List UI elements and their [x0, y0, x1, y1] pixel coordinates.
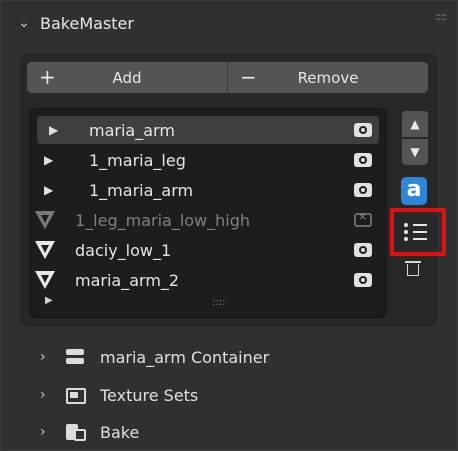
plus-icon: +: [39, 65, 56, 89]
list-item[interactable]: daciy_low_1: [30, 236, 386, 264]
list-item[interactable]: ▶ 1_maria_arm: [30, 176, 386, 204]
add-button-label: Add: [112, 68, 142, 87]
object-list[interactable]: ▶ maria_arm ▶ 1_maria_leg ▶ 1_maria_arm …: [29, 108, 387, 318]
trash-icon[interactable]: [405, 260, 421, 276]
remove-button-label: Remove: [297, 68, 359, 87]
chevron-down-icon[interactable]: ⌄: [16, 15, 32, 31]
camera-icon[interactable]: [354, 183, 372, 197]
expand-arrow-icon[interactable]: ▶: [44, 153, 53, 167]
list-item-label: maria_arm_2: [75, 270, 180, 290]
list-item-label: daciy_low_1: [75, 240, 172, 260]
list-item-label: maria_arm: [89, 120, 175, 140]
list-item-label: 1_maria_leg: [89, 150, 186, 170]
camera-icon[interactable]: [354, 123, 372, 137]
chevron-right-icon[interactable]: ›: [40, 387, 54, 403]
arrow-up-icon: ▲: [410, 117, 420, 131]
subpanel-texture-sets[interactable]: › Texture Sets: [40, 380, 198, 410]
list-item[interactable]: ▶ 1_maria_leg: [30, 146, 386, 174]
add-button[interactable]: + Add: [27, 62, 227, 93]
camera-icon[interactable]: [354, 153, 372, 167]
vertex-icon: [35, 271, 55, 289]
subpanel-label: Bake: [100, 422, 140, 442]
subpanel-label: Texture Sets: [100, 385, 199, 405]
add-remove-row: + Add − Remove: [27, 62, 428, 93]
camera-icon[interactable]: [354, 273, 372, 287]
vertex-icon: [35, 211, 55, 229]
texture-set-icon: [64, 386, 86, 404]
list-resize-grip[interactable]: ::::: [212, 297, 225, 308]
list-item[interactable]: ▶ maria_arm: [37, 116, 379, 144]
app-a-icon[interactable]: a: [401, 177, 427, 205]
move-down-button[interactable]: ▼: [402, 139, 428, 165]
arrow-down-icon: ▼: [410, 145, 420, 159]
subpanel-bake[interactable]: › Bake: [40, 417, 139, 447]
panel-drag-grip[interactable]: ::::: [435, 10, 447, 23]
container-icon: [64, 348, 86, 366]
remove-button[interactable]: − Remove: [227, 62, 428, 93]
panel-title: BakeMaster: [40, 13, 134, 33]
subpanel-container[interactable]: › maria_arm Container: [40, 342, 269, 372]
chevron-right-icon[interactable]: ›: [40, 424, 54, 440]
expand-arrow-icon[interactable]: ▶: [49, 123, 58, 137]
vertex-icon: [35, 241, 55, 259]
chevron-right-icon[interactable]: ›: [40, 349, 54, 365]
subpanel-label: maria_arm Container: [100, 347, 270, 367]
list-item[interactable]: 1_leg_maria_low_high: [30, 206, 386, 234]
camera-icon[interactable]: [354, 243, 372, 257]
list-item[interactable]: maria_arm_2: [30, 266, 386, 294]
list-item-label: 1_maria_arm: [89, 180, 194, 200]
panel-header[interactable]: ⌄ BakeMaster: [8, 6, 448, 40]
camera-disabled-icon[interactable]: [354, 210, 372, 227]
list-filter-toggle-icon[interactable]: ▶: [45, 295, 53, 306]
minus-icon: −: [240, 65, 257, 89]
expand-arrow-icon[interactable]: ▶: [44, 183, 53, 197]
bake-icon: [64, 423, 86, 441]
move-up-button[interactable]: ▲: [402, 111, 428, 137]
list-item-label: 1_leg_maria_low_high: [75, 210, 251, 230]
list-icon[interactable]: [404, 220, 428, 244]
